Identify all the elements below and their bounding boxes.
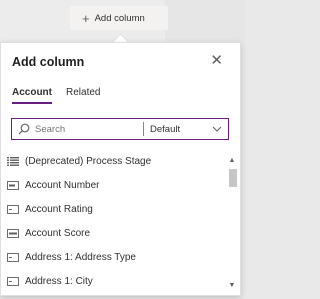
list-item[interactable]: Account Score (1, 221, 227, 245)
toolbar-background (165, 0, 245, 41)
list-item-label: Address 1: Address Type (25, 251, 136, 263)
search-icon (18, 123, 30, 135)
scroll-thumb[interactable] (229, 169, 237, 187)
list-item-label: Account Number (25, 179, 100, 191)
tab-related[interactable]: Related (66, 87, 100, 104)
panel-tabs: Account Related (12, 87, 100, 104)
option-set-icon (7, 252, 19, 262)
list-item-label: Account Rating (25, 203, 93, 215)
list-item-label: Address 1: City (25, 275, 93, 287)
list-item-label: Account Score (25, 227, 91, 239)
chevron-down-icon[interactable] (212, 124, 222, 134)
list-item[interactable]: Account Number (1, 173, 227, 197)
option-set-icon (7, 276, 19, 286)
search-input[interactable] (35, 123, 143, 135)
option-set-icon (7, 204, 19, 214)
scroll-up-icon[interactable]: ▲ (226, 155, 238, 165)
search-box: Default (11, 118, 229, 140)
add-column-button-label: Add column (94, 12, 145, 24)
add-column-panel: Add column ✕ Account Related Default (0, 42, 241, 296)
search-divider (143, 122, 144, 136)
tab-account[interactable]: Account (12, 87, 52, 104)
list-icon (7, 156, 19, 166)
list-item[interactable]: Address 1: City (1, 269, 227, 293)
text-field-icon (7, 180, 19, 190)
number-field-icon (7, 228, 19, 238)
scrollbar[interactable]: ▲ ▼ (226, 149, 238, 290)
list-item-label: (Deprecated) Process Stage (25, 155, 152, 167)
filter-dropdown[interactable]: Default (150, 124, 212, 135)
column-list: (Deprecated) Process Stage Account Numbe… (1, 149, 227, 293)
list-item[interactable]: Address 1: Address Type (1, 245, 227, 269)
list-item[interactable]: Account Rating (1, 197, 227, 221)
add-column-button[interactable]: + Add column (70, 6, 168, 30)
plus-icon: + (82, 10, 90, 26)
list-item[interactable]: (Deprecated) Process Stage (1, 149, 227, 173)
panel-title: Add column (12, 55, 85, 69)
scroll-down-icon[interactable]: ▼ (226, 280, 238, 290)
close-icon[interactable]: ✕ (210, 53, 223, 68)
